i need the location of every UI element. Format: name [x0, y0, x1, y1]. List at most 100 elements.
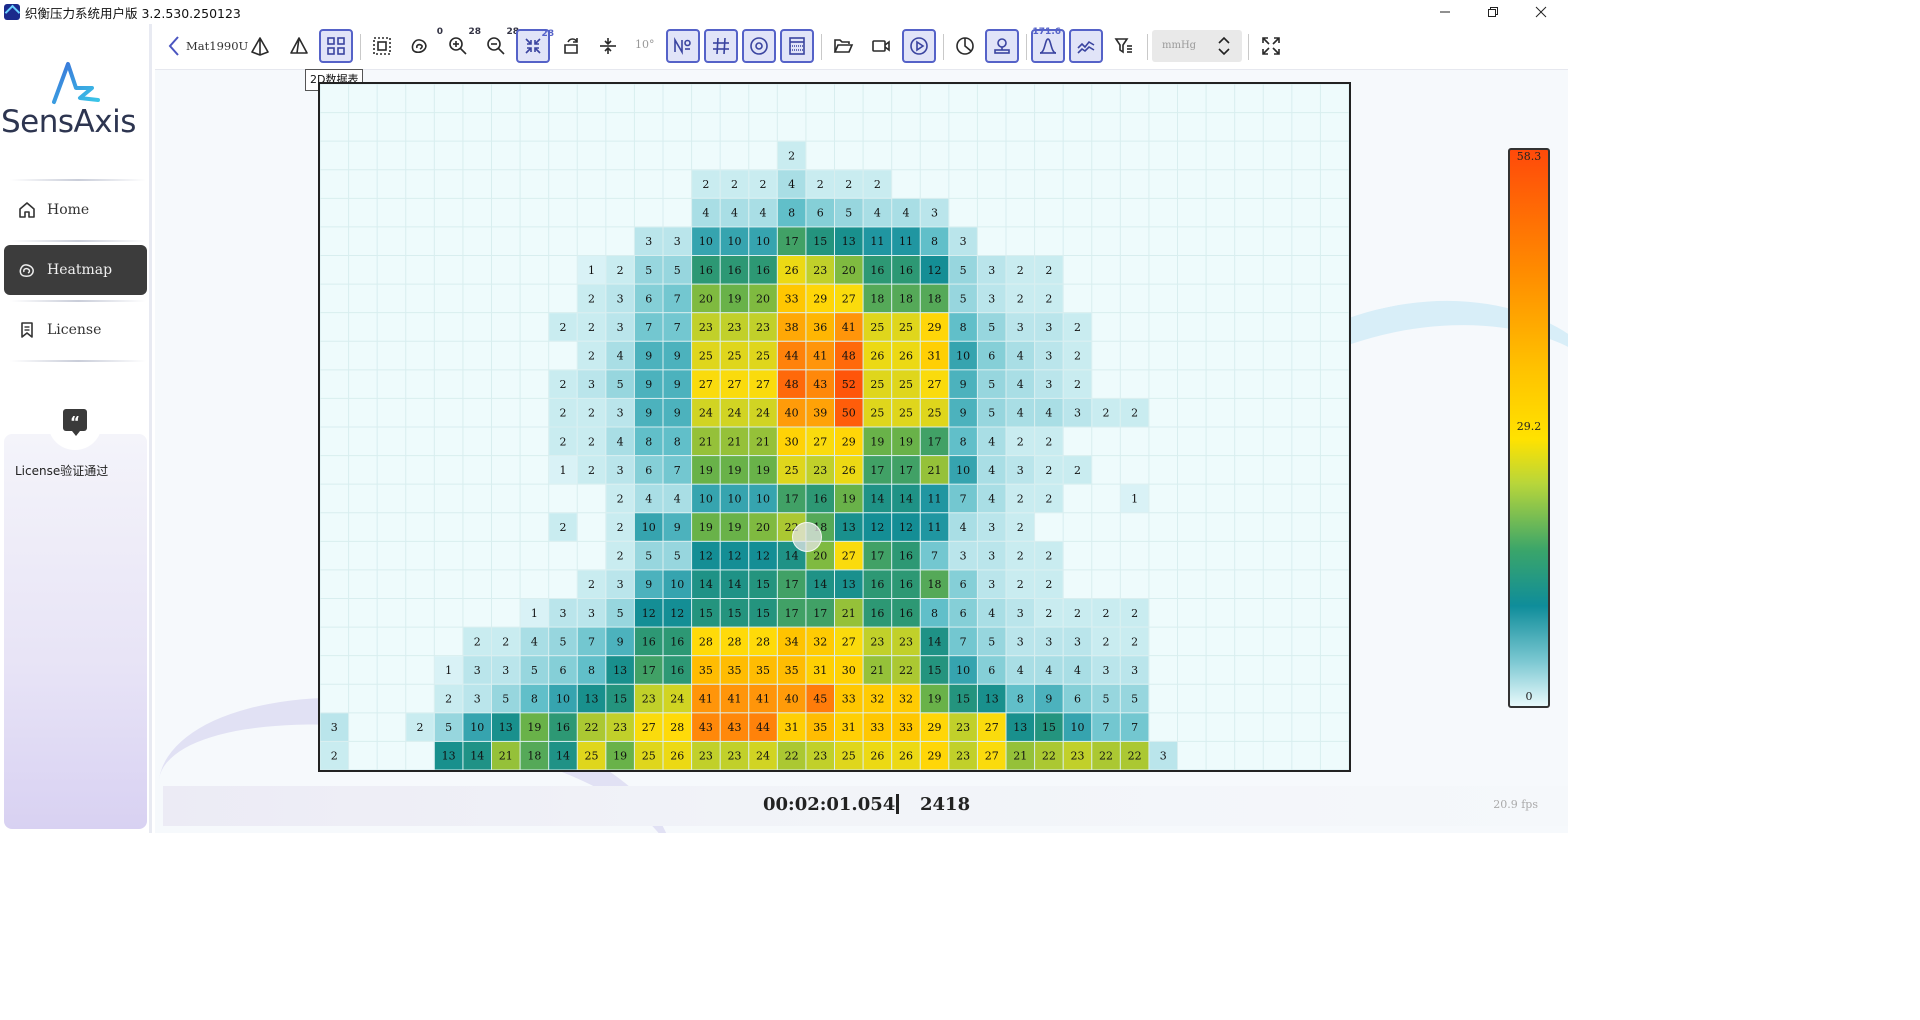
heatmap-cell-value: 15: [813, 235, 827, 248]
center-of-pressure-button[interactable]: [742, 29, 776, 63]
heatmap-cell-value: 8: [960, 435, 967, 448]
sidebar-item-heatmap[interactable]: Heatmap: [4, 245, 147, 295]
close-button[interactable]: [1518, 0, 1564, 24]
heatmap-cell-value: 2: [1045, 550, 1052, 563]
heatmap-cell-value: 2: [588, 350, 595, 363]
filter-button[interactable]: [1107, 29, 1141, 63]
threshold-button[interactable]: 0: [403, 27, 443, 63]
pyramid-icon: [251, 37, 269, 56]
sidebar-item-license[interactable]: License: [4, 305, 147, 355]
heatmap-cell-value: 25: [899, 407, 913, 420]
select-region-icon: [373, 37, 391, 55]
heatmap-cell-value: 25: [642, 750, 656, 763]
heatmap-cell-value: 41: [727, 693, 741, 706]
heatmap-cell-value: 18: [527, 750, 541, 763]
heatmap-cell-value: 50: [842, 407, 856, 420]
heatmap-cell-value: 2: [617, 492, 624, 505]
window-title: 织衡压力系统用户版 3.2.530.250123: [25, 5, 241, 21]
restore-button[interactable]: [1470, 0, 1516, 24]
heatmap-cell-value: 26: [870, 350, 884, 363]
heatmap-cell-value: 15: [956, 693, 970, 706]
heatmap-cell-value: 15: [1042, 721, 1056, 734]
back-icon[interactable]: [165, 34, 183, 58]
heatmap-cell-value: 3: [1074, 407, 1081, 420]
fullscreen-icon: [1262, 37, 1280, 55]
statistics-button[interactable]: [948, 29, 982, 63]
heatmap-cell-value: 24: [756, 407, 770, 420]
heatmap-cell-value: 8: [1017, 693, 1024, 706]
heatmap-cell-value: 23: [727, 750, 741, 763]
fit-view-button[interactable]: 28: [516, 29, 554, 63]
heatmap-cell-value: 33: [842, 693, 856, 706]
heatmap-cell-value: 2: [1131, 407, 1138, 420]
filter-icon: [1114, 38, 1132, 54]
view-2d-table-button[interactable]: [319, 29, 353, 63]
heatmap-cell-value: 43: [813, 378, 827, 391]
unit-select[interactable]: mmHg: [1152, 30, 1242, 62]
rotation-angle: 10°: [635, 38, 655, 51]
license-card: [4, 434, 147, 829]
heatmap-cell-value: 23: [699, 321, 713, 334]
heatmap-cell-value: 12: [756, 550, 770, 563]
zoom-out-button[interactable]: 28: [479, 27, 519, 63]
heatmap-cell-value: 43: [699, 721, 713, 734]
toolbar-divider: [360, 34, 361, 60]
heatmap-cell-value: 3: [617, 578, 624, 591]
heatmap-cell-value: 2: [1017, 292, 1024, 305]
heatmap-cell-value: 19: [727, 521, 741, 534]
peak-button[interactable]: 171.6: [1031, 27, 1065, 63]
heatmap-cell-value: 38: [785, 321, 799, 334]
heatmap-cell-value: 10: [727, 235, 741, 248]
view-3d-outline-button[interactable]: [282, 29, 316, 63]
show-grid-button[interactable]: [704, 29, 738, 63]
heatmap-grid[interactable]: 2 2 2 2 4 2 2 2 4 4 4 8 6 5 4 4 3 3 3 10 10 10 17 15 13 11 11 8 3 1 2 5…: [318, 82, 1351, 772]
heatmap-cell-value: 25: [899, 321, 913, 334]
heatmap-cell-value: 19: [613, 750, 627, 763]
heatmap-cell-value: 4: [1074, 664, 1081, 677]
zoom-in-button[interactable]: 28: [441, 27, 481, 63]
target-icon: [750, 37, 768, 55]
heatmap-cell-value: 2: [559, 521, 566, 534]
rotate-button[interactable]: [554, 29, 588, 63]
heatmap-cell-value: 24: [670, 693, 684, 706]
sidebar-item-label: Home: [47, 202, 90, 218]
heatmap-cell-value: 6: [1074, 693, 1081, 706]
heatmap-cell-value: 52: [842, 378, 856, 391]
heatmap-cell-value: 5: [1103, 693, 1110, 706]
heatmap-cell-value: 4: [988, 607, 995, 620]
heatmap-cell-value: 3: [931, 207, 938, 220]
background-grid-button[interactable]: [780, 29, 814, 63]
heatmap-cell-value: 41: [842, 321, 856, 334]
toolbar-divider: [1248, 34, 1249, 60]
curve-chart-button[interactable]: [1069, 29, 1103, 63]
heatmap-cell-value: 4: [960, 521, 967, 534]
open-file-button[interactable]: [826, 29, 860, 63]
heatmap-cell-value: 2: [1045, 607, 1052, 620]
heatmap-cell-value: 22: [1042, 750, 1056, 763]
heatmap-cell-value: 3: [1017, 635, 1024, 648]
heatmap-cell-value: 16: [756, 264, 770, 277]
heatmap-cell-value: 14: [699, 578, 713, 591]
heatmap-cell-value: 2: [1074, 378, 1081, 391]
heatmap-cell-value: 19: [928, 693, 942, 706]
view-3d-button[interactable]: [243, 29, 277, 63]
heatmap-cell-value: 25: [870, 378, 884, 391]
heatmap-cell-value: 27: [813, 435, 827, 448]
calibration-button[interactable]: [985, 29, 1019, 63]
fullscreen-button[interactable]: [1254, 29, 1288, 63]
heatmap-cell-value: 12: [870, 521, 884, 534]
heatmap-cell-value: 2: [588, 407, 595, 420]
minimize-button[interactable]: [1422, 0, 1468, 24]
record-video-button[interactable]: [864, 29, 898, 63]
playback-button[interactable]: [902, 29, 936, 63]
sidebar-item-home[interactable]: Home: [4, 185, 147, 235]
heatmap-cell-value: 10: [556, 693, 570, 706]
heatmap-cell-value: 14: [727, 578, 741, 591]
sidebar-item-label: Heatmap: [47, 262, 113, 278]
select-region-button[interactable]: [365, 29, 399, 63]
heatmap-cell-value: 2: [588, 435, 595, 448]
heatmap-cell-value: 19: [756, 464, 770, 477]
heatmap-cell-value: 17: [813, 607, 827, 620]
flip-button[interactable]: [591, 29, 625, 63]
show-numbers-button[interactable]: [666, 29, 700, 63]
